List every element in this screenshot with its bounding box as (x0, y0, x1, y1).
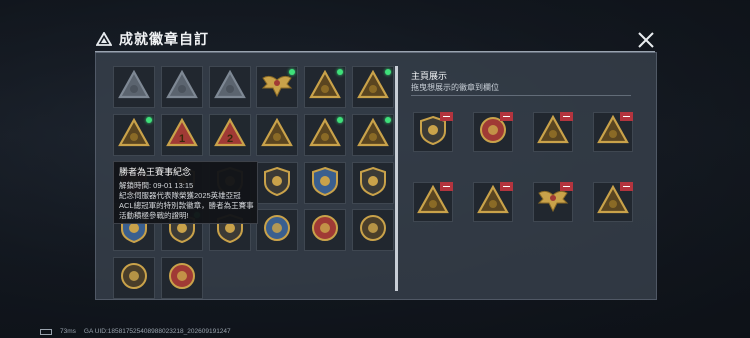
new-indicator-dot (289, 69, 295, 75)
showcase-slot[interactable] (473, 112, 513, 152)
badge-slot[interactable] (256, 114, 298, 156)
triangle-trophy-gold-icon (261, 117, 293, 153)
round-lion-gold-icon (119, 261, 149, 296)
minus-icon (623, 185, 630, 188)
scrollbar[interactable] (395, 66, 398, 291)
badge-slot[interactable]: 2 (209, 114, 251, 156)
round-sword-red-icon (167, 261, 197, 296)
shield-laurel-gold-icon (263, 166, 291, 201)
triangle-laurel-gold-icon (357, 69, 389, 105)
round-ball-gold-icon (358, 213, 388, 248)
showcase-slot[interactable] (593, 112, 633, 152)
showcase-slot[interactable] (533, 182, 573, 222)
round-wing-blue-icon (262, 213, 292, 248)
showcase-title: 主頁展示 (411, 71, 448, 81)
triangle-wings-gray-icon (214, 69, 246, 105)
remove-badge-button[interactable] (440, 182, 453, 191)
badge-slot[interactable] (209, 66, 251, 108)
triangle-eagle-gray-icon (166, 69, 198, 105)
new-indicator-dot (337, 117, 343, 123)
minus-icon (443, 185, 450, 188)
triangle-star-gold-icon (118, 117, 150, 153)
remove-badge-button[interactable] (620, 182, 633, 191)
achievement-triangle-icon (95, 30, 113, 48)
remove-badge-button[interactable] (620, 112, 633, 121)
badge-slot[interactable] (256, 162, 298, 204)
remove-badge-button[interactable] (500, 112, 513, 121)
new-indicator-dot (385, 117, 391, 123)
remove-badge-button[interactable] (560, 182, 573, 191)
showcase-slot[interactable] (533, 112, 573, 152)
shield-laurel-gold-icon (359, 166, 387, 201)
tooltip-title: 勝者為王賽事紀念 (119, 167, 192, 177)
new-indicator-dot (337, 69, 343, 75)
badge-slot[interactable] (304, 162, 346, 204)
badge-slot[interactable] (113, 114, 155, 156)
svg-text:1: 1 (179, 133, 185, 145)
window-title: 成就徽章自訂 (119, 31, 209, 47)
tooltip-description-1: 紀念伺服器代表隊榮獲2025英雄亞冠 (119, 191, 241, 200)
badge-slot[interactable] (304, 66, 346, 108)
tooltip-description-2: ACL總冠軍的特別款徽章，勝者為王賽事 (119, 201, 254, 210)
triangle-crown-gold-icon (309, 117, 341, 153)
badge-slot[interactable] (352, 162, 394, 204)
status-footer: 73ms GA UID:185817525408988023218_202609… (40, 328, 231, 335)
uid-text: GA UID:185817525408988023218_20260919124… (83, 328, 231, 335)
triangle-rank-1-icon: 1 (166, 117, 198, 153)
new-indicator-dot (385, 69, 391, 75)
minus-icon (443, 115, 450, 118)
showcase-slot[interactable] (593, 182, 633, 222)
new-indicator-dot (146, 117, 152, 123)
badge-slot[interactable] (113, 66, 155, 108)
badge-slot[interactable] (352, 209, 394, 251)
badge-slot[interactable] (352, 66, 394, 108)
showcase-slot[interactable] (413, 182, 453, 222)
badge-slot[interactable]: 1 (161, 114, 203, 156)
showcase-slot[interactable] (413, 112, 453, 152)
minus-icon (563, 185, 570, 188)
close-button[interactable] (636, 30, 656, 50)
badge-slot[interactable] (256, 209, 298, 251)
triangle-eagle-gold-icon (309, 69, 341, 105)
badge-tooltip: 勝者為王賽事紀念 解鎖時間: 09-01 13:15 紀念伺服器代表隊榮獲202… (113, 161, 258, 224)
showcase-divider (411, 95, 631, 96)
ping-value: 73ms (60, 328, 76, 335)
shield-wings-blue-icon (311, 166, 339, 201)
triangle-rank-2-icon: 2 (214, 117, 246, 153)
showcase-slot[interactable] (473, 182, 513, 222)
minus-icon (503, 185, 510, 188)
tooltip-unlock-time: 解鎖時間: 09-01 13:15 (119, 181, 194, 190)
badge-slot[interactable] (304, 209, 346, 251)
round-horse-red-icon (310, 213, 340, 248)
remove-badge-button[interactable] (500, 182, 513, 191)
triangle-emblem-gray-icon (118, 69, 150, 105)
minus-icon (563, 115, 570, 118)
remove-badge-button[interactable] (560, 112, 573, 121)
badge-slot[interactable] (161, 257, 203, 299)
triangle-fortress-gold-icon (357, 117, 389, 153)
badge-slot[interactable] (352, 114, 394, 156)
badge-slot[interactable] (161, 66, 203, 108)
showcase-subtitle: 拖曳想展示的徽章到欄位 (411, 83, 499, 92)
badge-slot[interactable] (256, 66, 298, 108)
badge-slot[interactable] (113, 257, 155, 299)
badge-slot[interactable] (304, 114, 346, 156)
minus-icon (503, 115, 510, 118)
tooltip-description-3: 活動積極參戰的證明! (119, 211, 189, 220)
minus-icon (623, 115, 630, 118)
eagle-crest-gold-icon (261, 70, 293, 105)
svg-text:2: 2 (227, 133, 233, 145)
battery-icon (40, 328, 52, 335)
remove-badge-button[interactable] (440, 112, 453, 121)
close-icon (638, 32, 654, 48)
window-header: 成就徽章自訂 (95, 28, 655, 50)
